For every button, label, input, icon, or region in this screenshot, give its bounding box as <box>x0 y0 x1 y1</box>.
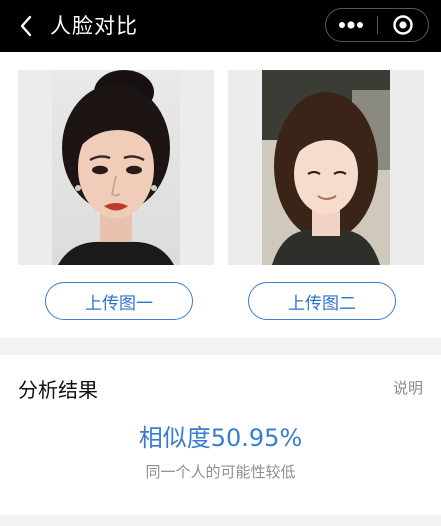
face-photo-two <box>262 70 390 265</box>
close-mini-program-button[interactable] <box>377 9 428 41</box>
page-title: 人脸对比 <box>50 14 138 38</box>
mini-program-capsule <box>325 8 429 42</box>
upload-image-two-button[interactable]: 上传图二 <box>248 282 396 320</box>
photo-slot-one[interactable] <box>18 70 214 265</box>
more-menu-button[interactable] <box>326 9 377 41</box>
result-card: 分析结果 说明 相似度50.95% 同一个人的可能性较低 <box>0 355 441 515</box>
back-button[interactable] <box>14 12 38 40</box>
face-photo-one <box>52 70 180 265</box>
photo-slot-two[interactable] <box>228 70 424 265</box>
upload-card: 上传图一 上传图二 <box>0 52 441 338</box>
target-circle-icon <box>393 15 413 35</box>
verdict-text: 同一个人的可能性较低 <box>145 463 296 481</box>
result-heading: 分析结果 <box>18 378 98 402</box>
similarity-score: 相似度50.95% <box>138 424 303 452</box>
explain-link[interactable]: 说明 <box>393 377 423 398</box>
title-bar: 人脸对比 <box>0 0 441 52</box>
chevron-left-icon <box>20 15 32 37</box>
upload-image-one-button[interactable]: 上传图一 <box>45 282 193 320</box>
more-dots-icon <box>339 21 364 29</box>
